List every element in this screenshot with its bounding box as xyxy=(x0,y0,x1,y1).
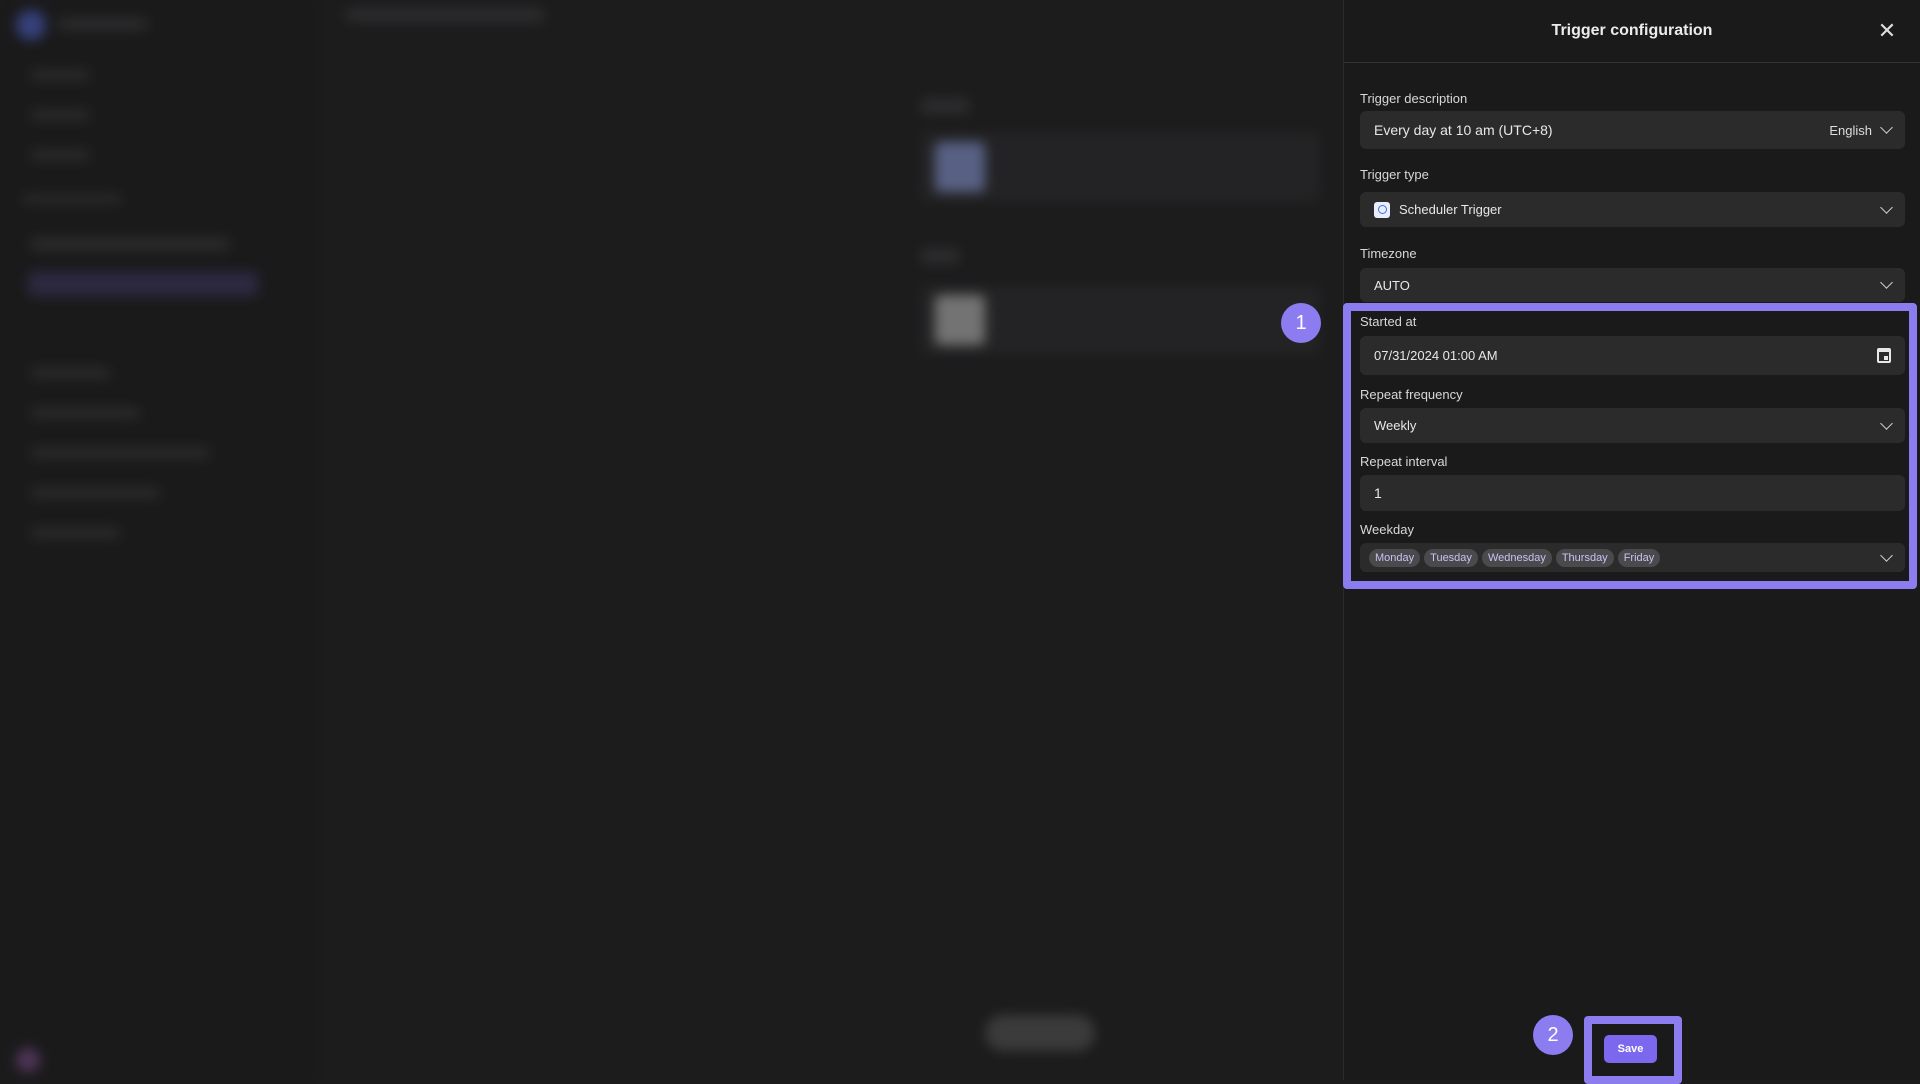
panel-header: Trigger configuration ✕ xyxy=(1344,0,1920,63)
timezone-value: AUTO xyxy=(1374,277,1410,293)
trigger-description-input[interactable]: Every day at 10 am (UTC+8) English xyxy=(1360,111,1905,149)
step-badge-1: 1 xyxy=(1281,303,1321,343)
trigger-description-label: Trigger description xyxy=(1360,91,1468,106)
sidebar xyxy=(0,0,320,1080)
trigger-type-select[interactable]: Scheduler Trigger xyxy=(1360,192,1905,227)
panel-title: Trigger configuration xyxy=(1551,22,1713,39)
chevron-down-icon xyxy=(1880,200,1893,214)
language-select[interactable]: English xyxy=(1829,121,1893,138)
highlight-box-step-1 xyxy=(1343,303,1917,589)
save-button[interactable]: Save xyxy=(1604,1035,1657,1063)
language-value: English xyxy=(1829,122,1872,138)
close-icon[interactable]: ✕ xyxy=(1876,20,1898,42)
chevron-down-icon xyxy=(1880,121,1893,134)
stopwatch-icon xyxy=(1374,201,1390,218)
trigger-type-value: Scheduler Trigger xyxy=(1399,202,1502,217)
chevron-down-icon xyxy=(1880,276,1893,289)
step-badge-2: 2 xyxy=(1533,1015,1573,1055)
timezone-label: Timezone xyxy=(1360,246,1417,261)
timezone-select[interactable]: AUTO xyxy=(1360,268,1905,302)
trigger-type-label: Trigger type xyxy=(1360,167,1429,182)
trigger-description-value: Every day at 10 am (UTC+8) xyxy=(1374,122,1553,138)
